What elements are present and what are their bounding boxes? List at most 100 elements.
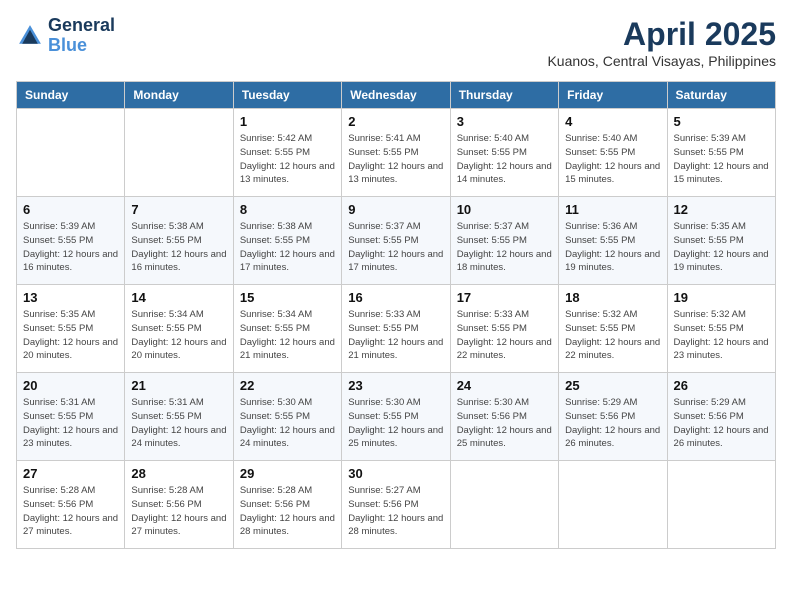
day-number: 2 — [348, 114, 443, 129]
calendar-cell: 16 Sunrise: 5:33 AMSunset: 5:55 PMDaylig… — [342, 285, 450, 373]
title-section: April 2025 Kuanos, Central Visayas, Phil… — [547, 16, 776, 69]
calendar-cell: 25 Sunrise: 5:29 AMSunset: 5:56 PMDaylig… — [559, 373, 667, 461]
day-info: Sunrise: 5:37 AMSunset: 5:55 PMDaylight:… — [348, 220, 443, 275]
calendar-cell: 15 Sunrise: 5:34 AMSunset: 5:55 PMDaylig… — [233, 285, 341, 373]
calendar-cell: 28 Sunrise: 5:28 AMSunset: 5:56 PMDaylig… — [125, 461, 233, 549]
calendar-cell: 30 Sunrise: 5:27 AMSunset: 5:56 PMDaylig… — [342, 461, 450, 549]
day-info: Sunrise: 5:30 AMSunset: 5:55 PMDaylight:… — [348, 396, 443, 451]
day-info: Sunrise: 5:29 AMSunset: 5:56 PMDaylight:… — [565, 396, 660, 451]
day-number: 24 — [457, 378, 552, 393]
day-number: 16 — [348, 290, 443, 305]
day-number: 25 — [565, 378, 660, 393]
calendar-cell: 3 Sunrise: 5:40 AMSunset: 5:55 PMDayligh… — [450, 109, 558, 197]
calendar-cell: 8 Sunrise: 5:38 AMSunset: 5:55 PMDayligh… — [233, 197, 341, 285]
calendar-cell: 13 Sunrise: 5:35 AMSunset: 5:55 PMDaylig… — [17, 285, 125, 373]
logo-text: General Blue — [48, 16, 115, 56]
day-info: Sunrise: 5:40 AMSunset: 5:55 PMDaylight:… — [565, 132, 660, 187]
day-number: 17 — [457, 290, 552, 305]
calendar-cell: 2 Sunrise: 5:41 AMSunset: 5:55 PMDayligh… — [342, 109, 450, 197]
day-number: 30 — [348, 466, 443, 481]
calendar-table: SundayMondayTuesdayWednesdayThursdayFrid… — [16, 81, 776, 549]
weekday-header-wednesday: Wednesday — [342, 82, 450, 109]
day-info: Sunrise: 5:38 AMSunset: 5:55 PMDaylight:… — [131, 220, 226, 275]
day-info: Sunrise: 5:40 AMSunset: 5:55 PMDaylight:… — [457, 132, 552, 187]
weekday-header-monday: Monday — [125, 82, 233, 109]
day-info: Sunrise: 5:27 AMSunset: 5:56 PMDaylight:… — [348, 484, 443, 539]
day-number: 14 — [131, 290, 226, 305]
day-info: Sunrise: 5:28 AMSunset: 5:56 PMDaylight:… — [240, 484, 335, 539]
day-number: 18 — [565, 290, 660, 305]
month-title: April 2025 — [547, 16, 776, 53]
logo-icon — [16, 22, 44, 50]
weekday-header-friday: Friday — [559, 82, 667, 109]
day-number: 3 — [457, 114, 552, 129]
day-number: 9 — [348, 202, 443, 217]
day-number: 15 — [240, 290, 335, 305]
calendar-cell: 24 Sunrise: 5:30 AMSunset: 5:56 PMDaylig… — [450, 373, 558, 461]
day-info: Sunrise: 5:36 AMSunset: 5:55 PMDaylight:… — [565, 220, 660, 275]
calendar-cell: 23 Sunrise: 5:30 AMSunset: 5:55 PMDaylig… — [342, 373, 450, 461]
day-number: 29 — [240, 466, 335, 481]
day-info: Sunrise: 5:28 AMSunset: 5:56 PMDaylight:… — [131, 484, 226, 539]
calendar-cell: 5 Sunrise: 5:39 AMSunset: 5:55 PMDayligh… — [667, 109, 775, 197]
day-info: Sunrise: 5:32 AMSunset: 5:55 PMDaylight:… — [565, 308, 660, 363]
calendar-cell: 6 Sunrise: 5:39 AMSunset: 5:55 PMDayligh… — [17, 197, 125, 285]
calendar-cell: 10 Sunrise: 5:37 AMSunset: 5:55 PMDaylig… — [450, 197, 558, 285]
weekday-header-saturday: Saturday — [667, 82, 775, 109]
day-number: 13 — [23, 290, 118, 305]
calendar-cell: 4 Sunrise: 5:40 AMSunset: 5:55 PMDayligh… — [559, 109, 667, 197]
day-number: 27 — [23, 466, 118, 481]
location-title: Kuanos, Central Visayas, Philippines — [547, 53, 776, 69]
day-number: 6 — [23, 202, 118, 217]
day-info: Sunrise: 5:37 AMSunset: 5:55 PMDaylight:… — [457, 220, 552, 275]
calendar-cell: 12 Sunrise: 5:35 AMSunset: 5:55 PMDaylig… — [667, 197, 775, 285]
day-number: 4 — [565, 114, 660, 129]
calendar-cell: 9 Sunrise: 5:37 AMSunset: 5:55 PMDayligh… — [342, 197, 450, 285]
day-number: 5 — [674, 114, 769, 129]
day-number: 10 — [457, 202, 552, 217]
calendar-week-row: 1 Sunrise: 5:42 AMSunset: 5:55 PMDayligh… — [17, 109, 776, 197]
logo: General Blue — [16, 16, 115, 56]
calendar-cell — [125, 109, 233, 197]
day-number: 20 — [23, 378, 118, 393]
page-header: General Blue April 2025 Kuanos, Central … — [16, 16, 776, 69]
weekday-header-tuesday: Tuesday — [233, 82, 341, 109]
calendar-cell — [559, 461, 667, 549]
day-info: Sunrise: 5:35 AMSunset: 5:55 PMDaylight:… — [23, 308, 118, 363]
calendar-cell: 27 Sunrise: 5:28 AMSunset: 5:56 PMDaylig… — [17, 461, 125, 549]
calendar-week-row: 13 Sunrise: 5:35 AMSunset: 5:55 PMDaylig… — [17, 285, 776, 373]
day-info: Sunrise: 5:28 AMSunset: 5:56 PMDaylight:… — [23, 484, 118, 539]
day-info: Sunrise: 5:33 AMSunset: 5:55 PMDaylight:… — [457, 308, 552, 363]
day-info: Sunrise: 5:30 AMSunset: 5:56 PMDaylight:… — [457, 396, 552, 451]
day-info: Sunrise: 5:33 AMSunset: 5:55 PMDaylight:… — [348, 308, 443, 363]
day-info: Sunrise: 5:32 AMSunset: 5:55 PMDaylight:… — [674, 308, 769, 363]
day-number: 19 — [674, 290, 769, 305]
day-number: 11 — [565, 202, 660, 217]
day-info: Sunrise: 5:42 AMSunset: 5:55 PMDaylight:… — [240, 132, 335, 187]
calendar-cell: 1 Sunrise: 5:42 AMSunset: 5:55 PMDayligh… — [233, 109, 341, 197]
calendar-cell: 20 Sunrise: 5:31 AMSunset: 5:55 PMDaylig… — [17, 373, 125, 461]
day-number: 23 — [348, 378, 443, 393]
day-number: 28 — [131, 466, 226, 481]
calendar-cell: 29 Sunrise: 5:28 AMSunset: 5:56 PMDaylig… — [233, 461, 341, 549]
day-info: Sunrise: 5:41 AMSunset: 5:55 PMDaylight:… — [348, 132, 443, 187]
calendar-cell — [17, 109, 125, 197]
day-info: Sunrise: 5:39 AMSunset: 5:55 PMDaylight:… — [23, 220, 118, 275]
day-info: Sunrise: 5:30 AMSunset: 5:55 PMDaylight:… — [240, 396, 335, 451]
calendar-week-row: 27 Sunrise: 5:28 AMSunset: 5:56 PMDaylig… — [17, 461, 776, 549]
day-number: 12 — [674, 202, 769, 217]
calendar-cell: 7 Sunrise: 5:38 AMSunset: 5:55 PMDayligh… — [125, 197, 233, 285]
calendar-cell: 22 Sunrise: 5:30 AMSunset: 5:55 PMDaylig… — [233, 373, 341, 461]
calendar-cell: 14 Sunrise: 5:34 AMSunset: 5:55 PMDaylig… — [125, 285, 233, 373]
day-number: 1 — [240, 114, 335, 129]
day-info: Sunrise: 5:38 AMSunset: 5:55 PMDaylight:… — [240, 220, 335, 275]
calendar-cell — [450, 461, 558, 549]
day-info: Sunrise: 5:35 AMSunset: 5:55 PMDaylight:… — [674, 220, 769, 275]
weekday-header-thursday: Thursday — [450, 82, 558, 109]
calendar-cell — [667, 461, 775, 549]
day-info: Sunrise: 5:34 AMSunset: 5:55 PMDaylight:… — [240, 308, 335, 363]
day-number: 7 — [131, 202, 226, 217]
calendar-week-row: 20 Sunrise: 5:31 AMSunset: 5:55 PMDaylig… — [17, 373, 776, 461]
weekday-header-sunday: Sunday — [17, 82, 125, 109]
day-number: 22 — [240, 378, 335, 393]
